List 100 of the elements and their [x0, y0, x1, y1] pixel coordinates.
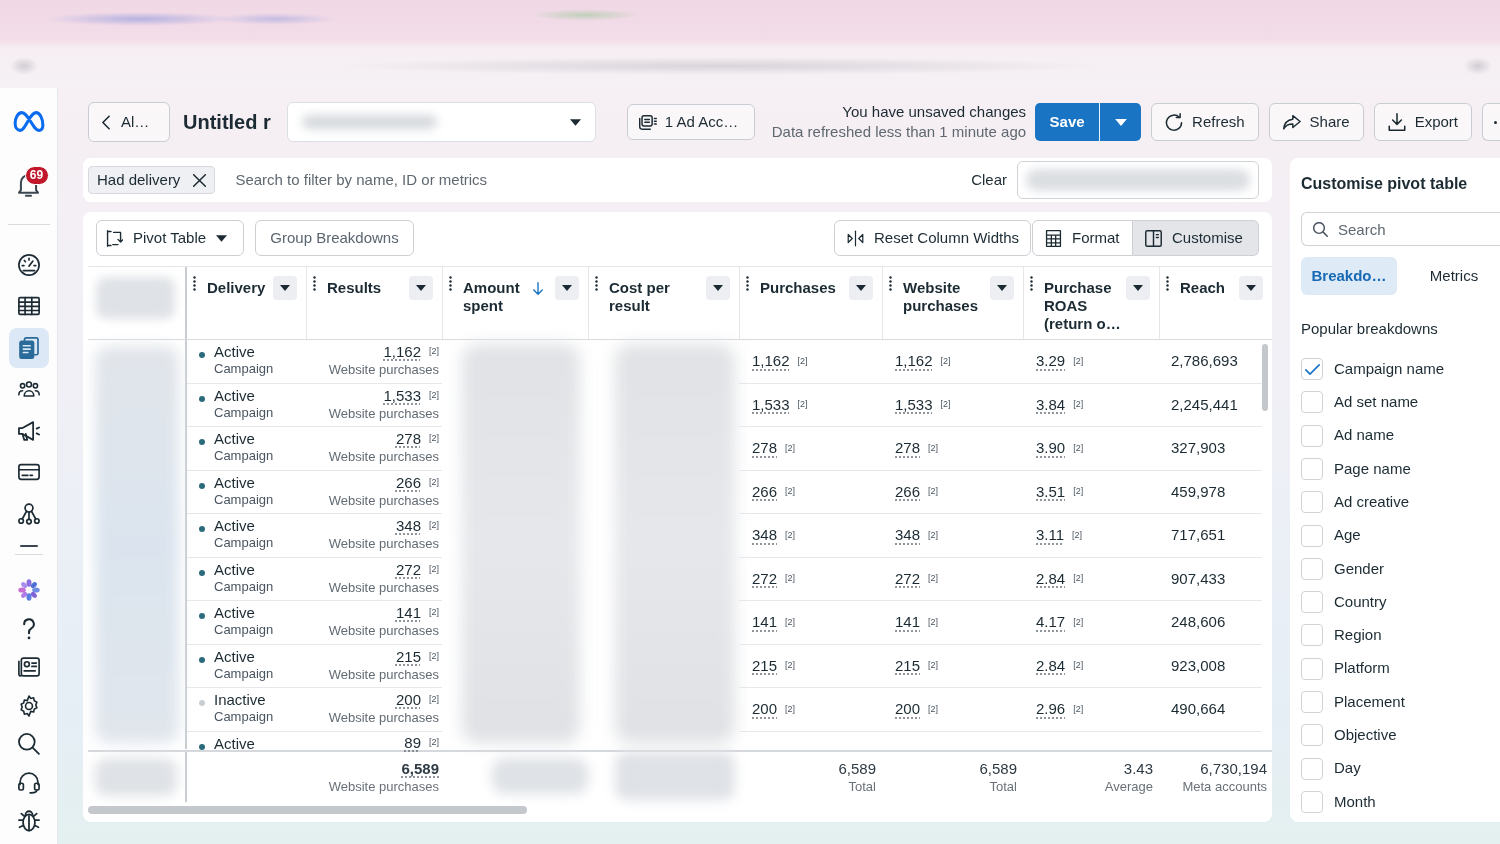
- purchases-value: 1,162: [752, 352, 790, 371]
- dot-icon: [1494, 120, 1497, 124]
- caret-down-icon: [562, 285, 572, 291]
- footnote-marker: [2]: [940, 398, 951, 411]
- export-button[interactable]: Export: [1373, 103, 1472, 141]
- footnote-marker: [2]: [928, 485, 939, 498]
- footnote-marker: [2]: [928, 659, 939, 672]
- footnote-marker: [2]: [785, 441, 796, 455]
- checkbox[interactable]: [1301, 691, 1323, 713]
- column-menu-button[interactable]: [409, 276, 433, 300]
- filter-chip[interactable]: Had delivery: [88, 166, 216, 194]
- column-menu-button[interactable]: [706, 276, 730, 300]
- panel-tab[interactable]: Breakdo…: [1301, 257, 1397, 295]
- network-icon: [17, 502, 40, 525]
- save-options-button[interactable]: [1099, 103, 1142, 141]
- drag-handle-icon: [889, 276, 892, 291]
- footnote-marker: [2]: [1073, 659, 1084, 672]
- column-menu-button[interactable]: [1239, 276, 1263, 300]
- checkbox[interactable]: [1301, 557, 1323, 580]
- panel-tab[interactable]: Metrics: [1409, 257, 1499, 295]
- footnote-marker: [2]: [429, 432, 439, 446]
- breakdown-label: Gender: [1334, 558, 1385, 579]
- stacked-squares-icon: [638, 114, 657, 130]
- status-text: Active: [214, 473, 256, 492]
- results-value: 1,533: [383, 386, 421, 405]
- breakdown-label: Month: [1334, 791, 1376, 812]
- checkbox[interactable]: [1301, 358, 1323, 381]
- footnote-marker: [2]: [940, 354, 951, 368]
- breakdown-label: Day: [1334, 758, 1361, 779]
- purchases-value: 1,533: [752, 395, 790, 414]
- checkbox[interactable]: [1301, 657, 1323, 680]
- back-button[interactable]: Al…: [88, 102, 170, 142]
- checkbox[interactable]: [1301, 790, 1323, 813]
- refresh-button[interactable]: Refresh: [1151, 103, 1259, 141]
- website-purchases-value: 348: [895, 526, 921, 545]
- format-button[interactable]: Format: [1032, 220, 1133, 256]
- checkbox[interactable]: [1301, 491, 1323, 514]
- total-type-text: Total: [989, 778, 1017, 795]
- entity-type-text: Campaign: [214, 578, 274, 595]
- column-title: Website purchases: [903, 279, 980, 315]
- column-menu-button[interactable]: [990, 276, 1014, 300]
- customise-button[interactable]: Customise: [1133, 220, 1259, 256]
- unsaved-changes-text: You have unsaved changes: [841, 102, 1027, 122]
- checkbox[interactable]: [1301, 391, 1323, 414]
- credit-card-icon: [17, 461, 40, 483]
- checkbox[interactable]: [1301, 457, 1323, 480]
- roas-value: 2.84: [1036, 656, 1066, 675]
- footnote-marker: [2]: [429, 388, 439, 402]
- footnote-marker: [2]: [928, 528, 939, 542]
- purchases-value: 215: [752, 656, 778, 675]
- website-purchases-value: 1,533: [895, 395, 933, 414]
- reach-value: 459,978: [1171, 481, 1226, 502]
- filter-bar[interactable]: Had delivery Search to filter by name, ID or metrics Clear: [83, 158, 1272, 202]
- column-menu-button[interactable]: [555, 276, 579, 300]
- entity-type-text: Campaign: [214, 404, 274, 421]
- roas-value: 3.90: [1036, 439, 1066, 458]
- status-text: Active: [214, 343, 256, 361]
- footnote-marker: [2]: [785, 659, 796, 672]
- website-purchases-value: 141: [895, 613, 921, 632]
- notifications-button[interactable]: 69: [8, 165, 49, 205]
- checkbox[interactable]: [1301, 724, 1323, 747]
- filter-search-input[interactable]: Search to filter by name, ID or metrics: [233, 167, 972, 193]
- column-menu-button[interactable]: [1126, 276, 1150, 300]
- group-breakdowns-button[interactable]: Group Breakdowns: [255, 220, 414, 256]
- column-menu-button[interactable]: [273, 276, 297, 300]
- checkbox[interactable]: [1301, 624, 1323, 647]
- megaphone-icon: [17, 419, 40, 442]
- reset-column-widths-button[interactable]: Reset Column Widths: [834, 220, 1031, 256]
- checkbox[interactable]: [1301, 757, 1323, 780]
- drag-handle-icon: [595, 276, 598, 291]
- footnote-marker: [2]: [429, 475, 439, 489]
- caret-down-icon: [856, 285, 866, 291]
- entity-type-text: Campaign: [214, 361, 274, 377]
- checkbox[interactable]: [1301, 591, 1323, 614]
- breakdown-label: Ad set name: [1334, 392, 1419, 413]
- share-button[interactable]: Share: [1268, 103, 1364, 141]
- table-icon: [17, 295, 40, 317]
- vertical-scrollbar[interactable]: [1262, 344, 1268, 411]
- purchases-value: 278: [752, 439, 778, 458]
- breakdown-label: Ad name: [1334, 425, 1395, 446]
- footnote-marker: [2]: [785, 615, 796, 629]
- blurred-field[interactable]: [1017, 161, 1259, 199]
- horizontal-scrollbar[interactable]: [88, 805, 527, 814]
- checkbox[interactable]: [1301, 524, 1323, 547]
- clear-button[interactable]: Clear: [971, 168, 1007, 192]
- entity-type-text: Campaign: [214, 535, 274, 551]
- footnote-marker: [2]: [928, 702, 939, 716]
- breakdown-label: Page name: [1334, 458, 1411, 479]
- footnote-marker: [2]: [1073, 485, 1084, 498]
- results-value: 266: [395, 473, 421, 492]
- column-menu-button[interactable]: [849, 276, 873, 300]
- results-type-text: Website purchases: [328, 579, 439, 596]
- search-field[interactable]: Search: [1301, 212, 1500, 246]
- checkbox[interactable]: [1301, 424, 1323, 447]
- ad-account-button[interactable]: 1 Ad Acc…: [626, 104, 756, 140]
- pivot-table-button[interactable]: Pivot Table: [96, 220, 244, 256]
- footnote-marker: [2]: [1073, 615, 1084, 629]
- column-resize-icon: [847, 229, 864, 247]
- save-button[interactable]: Save: [1035, 103, 1100, 141]
- footnote-marker: [2]: [429, 693, 439, 707]
